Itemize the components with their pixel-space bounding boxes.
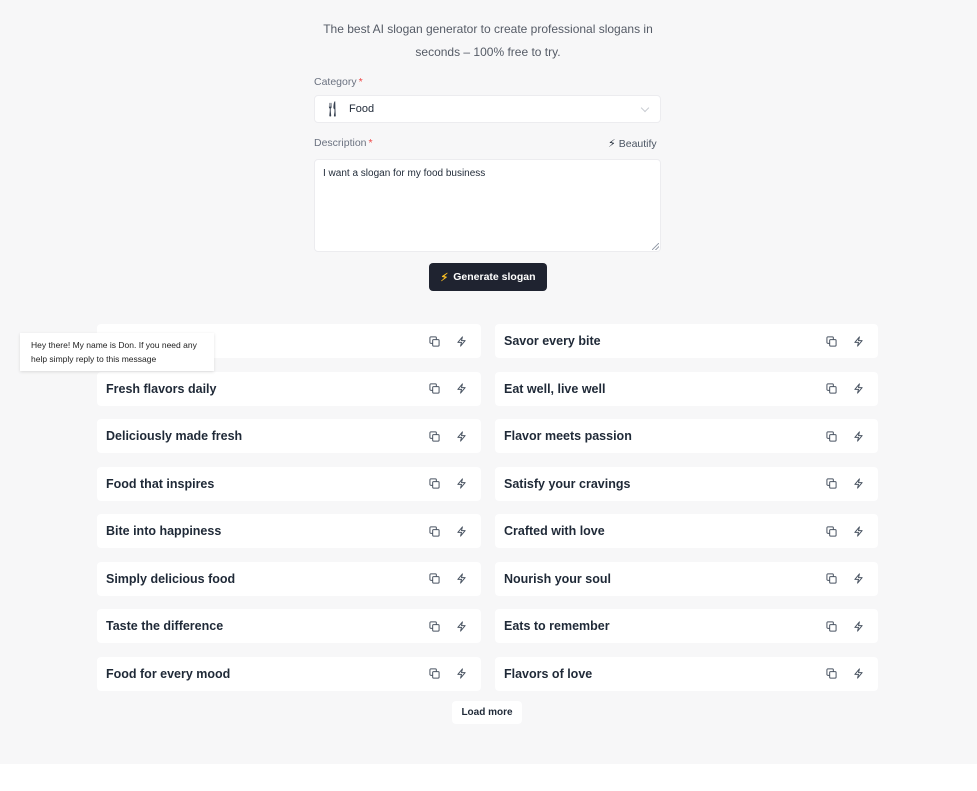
slogan-text: Food for every mood [106,666,231,681]
chat-popup[interactable]: Hey there! My name is Don. If you need a… [20,333,214,371]
load-more-button[interactable]: Load more [452,701,522,724]
slogan-text: Fresh flavors daily [106,381,217,396]
slogan-text: Savor every bite [504,334,601,348]
copy-icon[interactable] [824,667,838,681]
category-label: Category * [314,76,363,88]
slogan-text: Deliciously made fresh [106,429,243,443]
copy-icon[interactable] [427,382,441,396]
generate-slogan-button[interactable]: ⚡︎ Generate slogan [429,263,547,291]
regenerate-icon[interactable] [454,572,468,586]
beautify-button[interactable]: ⚡︎ Beautify [608,137,657,151]
slogan-card: Simply delicious food [97,561,481,596]
slogan-text: Eats to remember [504,619,610,633]
copy-icon[interactable] [427,619,441,633]
slogan-card: Food for every mood [97,656,481,691]
regenerate-icon[interactable] [454,667,468,681]
copy-icon[interactable] [427,477,441,491]
category-value: Food [349,103,375,115]
slogan-card: Deliciously made fresh [97,419,481,453]
copy-icon[interactable] [427,572,441,586]
regenerate-icon[interactable] [454,382,468,396]
copy-icon[interactable] [824,477,838,491]
copy-icon[interactable] [824,619,838,633]
slogan-card: Food that inspires [97,466,481,501]
slogan-card: Nourish your soul [495,561,878,596]
copy-icon[interactable] [824,429,838,443]
beautify-label: Beautify [618,137,657,150]
bolt-icon: ⚡︎ [440,271,449,284]
regenerate-icon[interactable] [851,619,865,633]
slogan-text: Nourish your soul [504,571,611,586]
copy-icon[interactable] [824,572,838,586]
regenerate-icon[interactable] [851,429,865,443]
required-mark: * [358,76,363,88]
slogan-text: Food that inspires [106,476,215,491]
slogan-card: Flavors of love [495,656,878,691]
slogan-text: Flavor meets passion [504,429,632,443]
copy-icon[interactable] [427,334,441,348]
regenerate-icon[interactable] [454,334,468,348]
copy-icon[interactable] [427,524,441,538]
category-select[interactable]: 🍴︎ Food [314,95,661,123]
copy-icon[interactable] [427,429,441,443]
slogan-card: Crafted with love [495,514,878,548]
slogan-text: Bite into happiness [106,524,222,538]
slogan-text: Crafted with love [504,524,605,538]
fork-knife-icon: 🍴︎ [323,100,343,118]
tagline: The best AI slogan generator to create p… [323,22,653,59]
slogan-text: Eat well, live well [504,381,606,396]
slogan-card: Satisfy your cravings [495,466,878,501]
description-label: Description * [314,137,373,149]
regenerate-icon[interactable] [851,477,865,491]
required-mark: * [368,137,373,149]
regenerate-icon[interactable] [454,619,468,633]
regenerate-icon[interactable] [851,334,865,348]
slogan-card: Eat well, live well [495,371,878,406]
slogan-card: Fresh flavors daily [97,371,481,406]
copy-icon[interactable] [427,667,441,681]
regenerate-icon[interactable] [851,382,865,396]
slogan-text: Satisfy your cravings [504,476,631,491]
slogan-text: Flavors of love [504,666,593,681]
slogan-card: Flavor meets passion [495,419,878,453]
regenerate-icon[interactable] [851,524,865,538]
slogan-text: Taste the difference [106,619,224,633]
regenerate-icon[interactable] [454,524,468,538]
slogan-text: Simply delicious food [106,571,236,586]
description-textarea[interactable]: I want a slogan for my food business [314,159,661,252]
slogan-card: Eats to remember [495,609,878,643]
copy-icon[interactable] [824,334,838,348]
regenerate-icon[interactable] [851,572,865,586]
page: The best AI slogan generator to create p… [0,0,977,764]
bolt-icon: ⚡︎ [608,138,616,150]
copy-icon[interactable] [824,524,838,538]
slogan-card: Taste the difference [97,609,481,643]
regenerate-icon[interactable] [851,667,865,681]
slogan-card: Bite into happiness [97,514,481,548]
regenerate-icon[interactable] [454,477,468,491]
slogan-card: Savor every bite [495,324,878,358]
regenerate-icon[interactable] [454,429,468,443]
copy-icon[interactable] [824,382,838,396]
resize-handle-icon[interactable] [652,243,659,250]
generate-label: Generate slogan [453,271,536,283]
chevron-down-icon [640,103,650,112]
